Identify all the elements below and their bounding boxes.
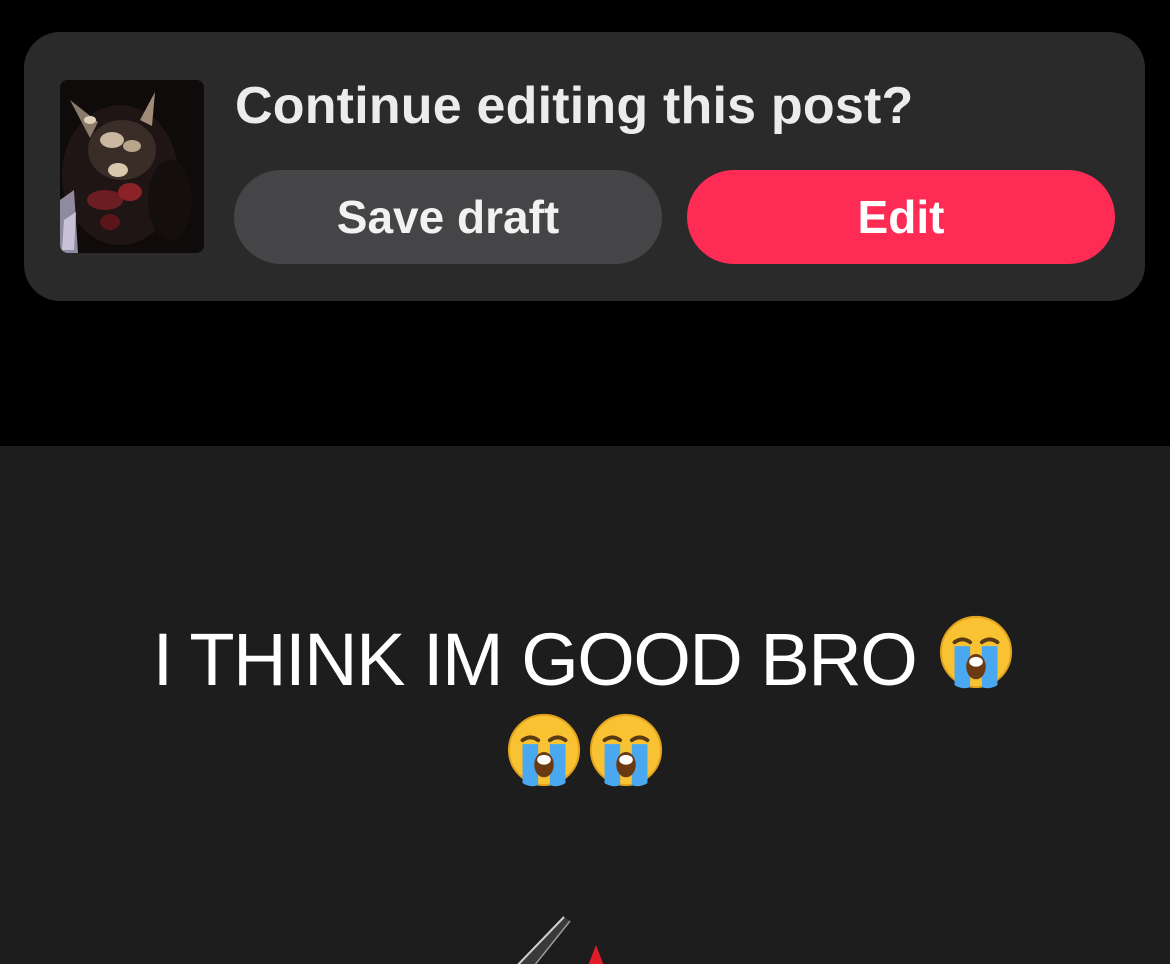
continue-editing-title: Continue editing this post? [235,77,914,135]
post-caption-text: I THINK IM GOOD BRO [152,618,918,701]
draft-thumbnail[interactable] [60,80,204,253]
post-image-sketch [517,916,604,964]
loudly-crying-face-icon [937,613,1015,691]
edit-button[interactable]: Edit [687,170,1115,264]
post-caption: I THINK IM GOOD BRO [60,611,1110,807]
app-screen: Continue editing this post? Save draft E… [0,0,1170,964]
loudly-crying-face-icon [505,711,583,789]
save-draft-button[interactable]: Save draft [234,170,662,264]
continue-editing-card: Continue editing this post? Save draft E… [24,32,1145,301]
draft-thumbnail-image [60,80,204,253]
loudly-crying-face-icon [587,711,665,789]
post-preview[interactable]: I THINK IM GOOD BRO [0,446,1170,964]
